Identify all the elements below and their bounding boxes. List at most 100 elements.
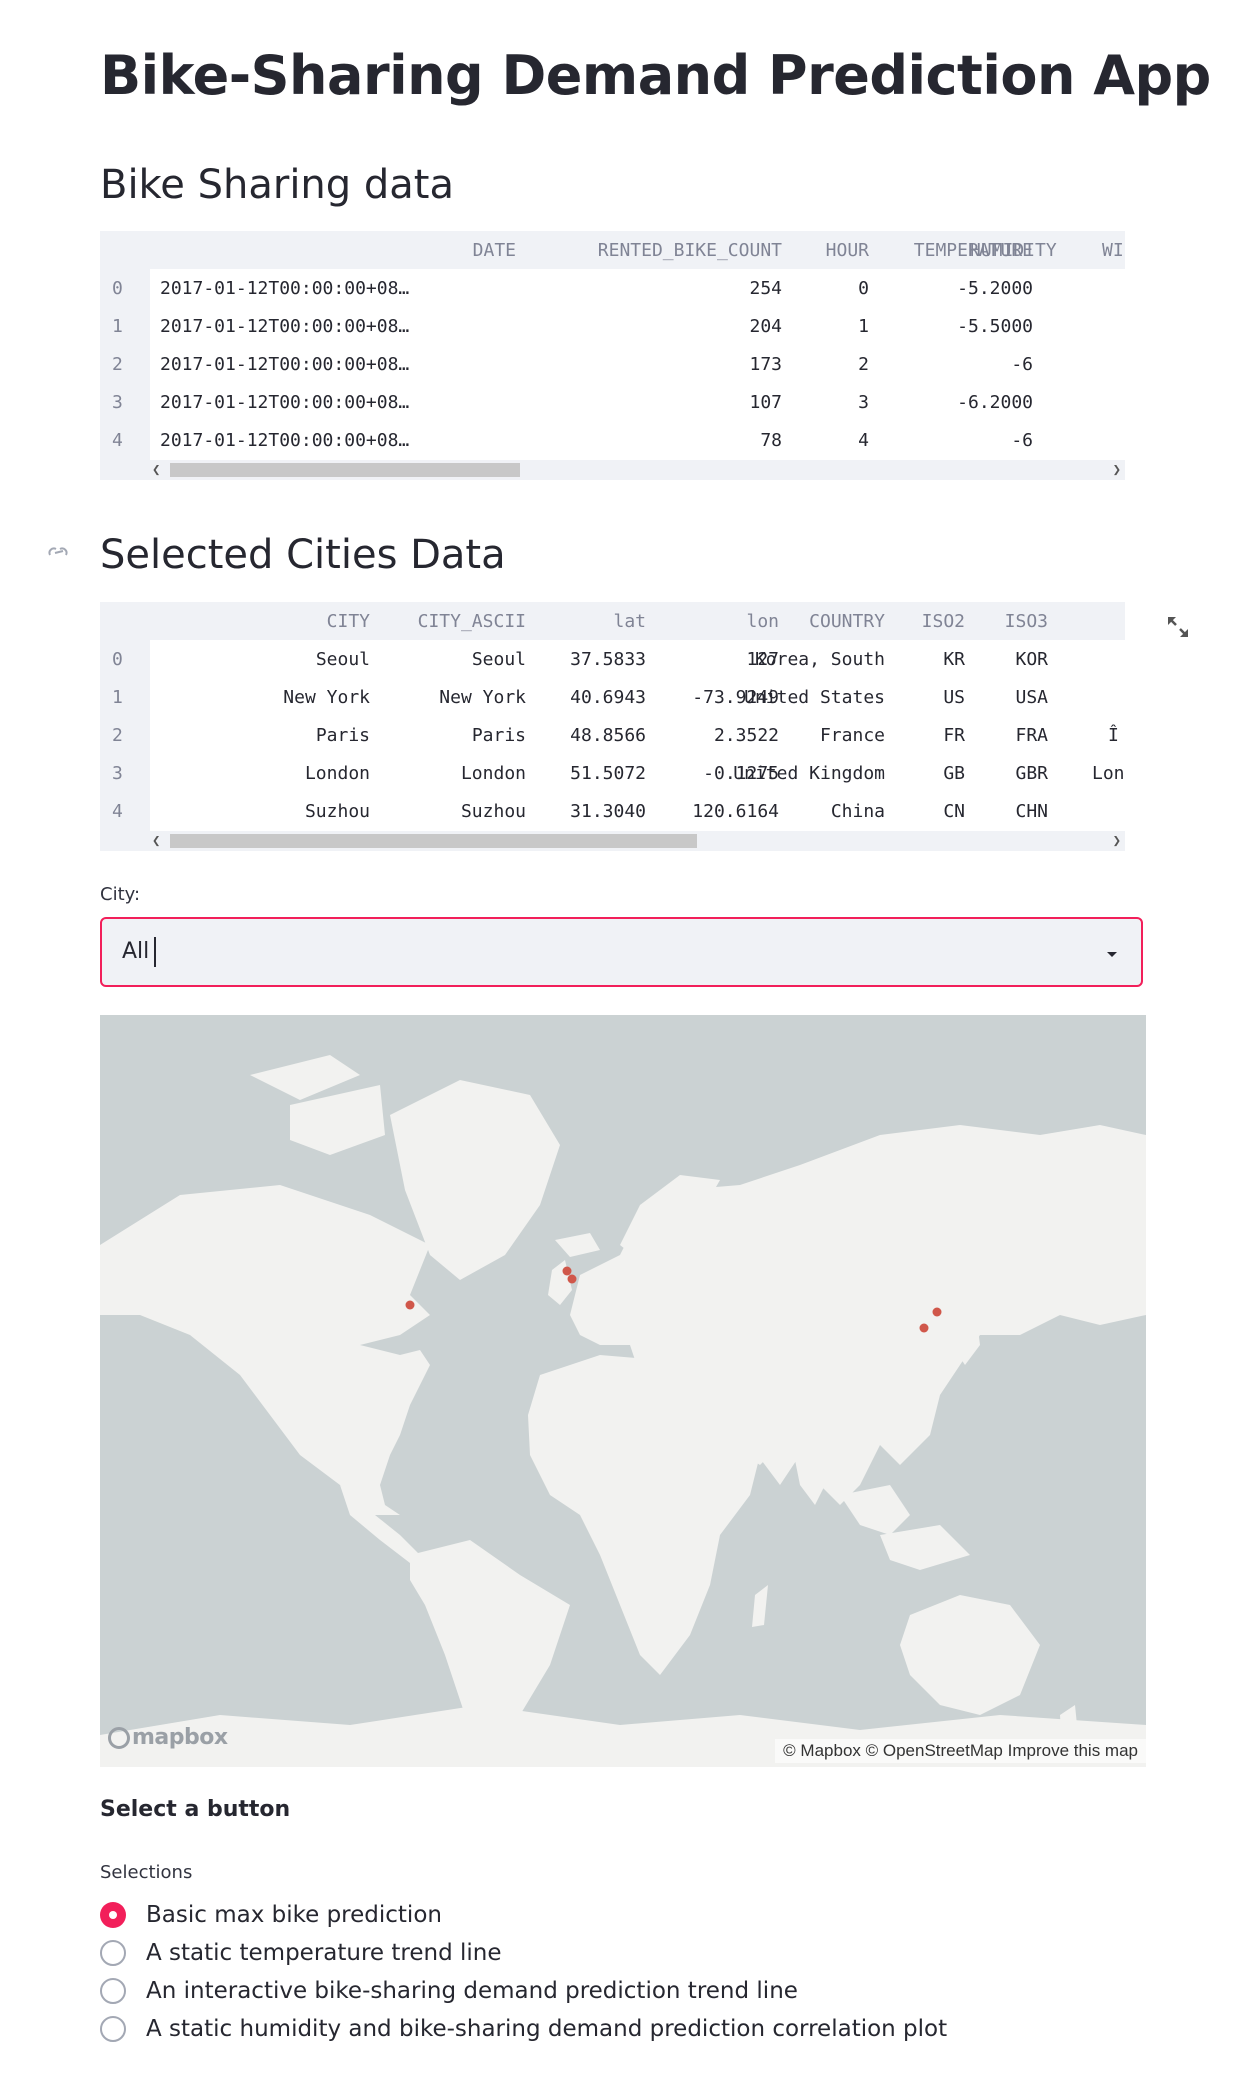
column-header-country[interactable]: COUNTRY: [809, 611, 885, 632]
marker-new-york[interactable]: [405, 1300, 415, 1310]
table-cell: USA: [1015, 687, 1048, 708]
chevron-down-icon[interactable]: [1105, 945, 1119, 964]
table-cell: 3: [858, 392, 869, 413]
table-cell: 0: [858, 278, 869, 299]
table-cell: 2017-01-12T00:00:00+08…: [160, 316, 410, 337]
cities-data-heading: Selected Cities Data: [100, 532, 506, 578]
radio-option-temperature-trend[interactable]: A static temperature trend line: [100, 1936, 502, 1970]
radio-option-humidity-correlation[interactable]: A static humidity and bike-sharing deman…: [100, 2012, 947, 2046]
table-cell: CHN: [1015, 801, 1048, 822]
table-cell: 78: [760, 430, 782, 451]
table-cell: 37.5833: [570, 649, 646, 670]
table-cell: KR: [943, 649, 965, 670]
map-attribution[interactable]: © Mapbox © OpenStreetMap Improve this ma…: [775, 1739, 1146, 1763]
table-cell: 2017-01-12T00:00:00+08…: [160, 278, 410, 299]
column-header-iso2[interactable]: ISO2: [922, 611, 965, 632]
row-index: 1: [112, 316, 123, 337]
column-header-city[interactable]: CITY: [327, 611, 370, 632]
table-cell: 254: [749, 278, 782, 299]
radio-button-selected[interactable]: [100, 1902, 126, 1928]
column-header-iso3[interactable]: ISO3: [1005, 611, 1048, 632]
table-cell: China: [830, 801, 885, 822]
table-cell: London: [304, 763, 370, 784]
table-cell: Paris: [315, 725, 370, 746]
column-header-city-ascii[interactable]: CITY_ASCII: [418, 611, 526, 632]
table-cell: 107: [749, 392, 782, 413]
radio-label: A static temperature trend line: [146, 1940, 502, 1966]
radio-option-basic-max[interactable]: Basic max bike prediction: [100, 1898, 442, 1932]
table-cell: Korea, South: [754, 649, 885, 670]
scroll-right-icon[interactable]: ❯: [1113, 460, 1121, 480]
page-title: Bike-Sharing Demand Prediction App: [100, 44, 1211, 107]
table-cell: 204: [749, 316, 782, 337]
radio-label: Basic max bike prediction: [146, 1902, 442, 1928]
table-cell: 2017-01-12T00:00:00+08…: [160, 430, 410, 451]
column-header-wind[interactable]: WI: [1102, 240, 1124, 261]
table-cell: 48.8566: [570, 725, 646, 746]
column-header-date[interactable]: DATE: [473, 240, 516, 261]
radio-button[interactable]: [100, 2016, 126, 2042]
radio-button[interactable]: [100, 1940, 126, 1966]
horizontal-scrollbar[interactable]: ❮ ❯: [100, 460, 1125, 480]
scrollbar-thumb[interactable]: [170, 463, 520, 477]
table-cell: 31.3040: [570, 801, 646, 822]
marker-paris[interactable]: [567, 1274, 577, 1284]
table-cell: New York: [439, 687, 526, 708]
column-header-hour[interactable]: HOUR: [826, 240, 869, 261]
marker-suzhou[interactable]: [919, 1323, 929, 1333]
scroll-left-icon[interactable]: ❮: [152, 831, 160, 851]
table-cell: FRA: [1015, 725, 1048, 746]
radio-option-interactive-trend[interactable]: An interactive bike-sharing demand predi…: [100, 1974, 798, 2008]
row-index: 3: [112, 392, 123, 413]
column-header-humidity[interactable]: HUMIDITY: [970, 240, 1057, 261]
link-icon[interactable]: [46, 543, 72, 561]
expand-icon[interactable]: [1165, 614, 1191, 640]
table-cell: US: [943, 687, 965, 708]
row-index: 2: [112, 725, 123, 746]
row-index: 0: [112, 649, 123, 670]
table-cell: GBR: [1015, 763, 1048, 784]
horizontal-scrollbar[interactable]: ❮ ❯: [100, 831, 1125, 851]
radio-group-label: Selections: [100, 1862, 193, 1883]
world-map-svg[interactable]: [100, 1015, 1146, 1767]
table-cell: 40.6943: [570, 687, 646, 708]
table-cell: Suzhou: [460, 801, 526, 822]
mapbox-logo[interactable]: mapbox: [108, 1725, 228, 1750]
table-cell: 2017-01-12T00:00:00+08…: [160, 354, 410, 375]
table-cell: New York: [283, 687, 370, 708]
table-cell: Seoul: [315, 649, 370, 670]
table-cell: 1: [858, 316, 869, 337]
table-cell: 2.3522: [713, 725, 779, 746]
radio-label: A static humidity and bike-sharing deman…: [146, 2016, 948, 2042]
marker-london[interactable]: [562, 1266, 572, 1276]
scrollbar-thumb[interactable]: [170, 834, 697, 848]
table-cell: -5.2000: [957, 278, 1033, 299]
table-cell: GB: [943, 763, 965, 784]
table-cell: Î: [1108, 725, 1119, 746]
table-cell: -6: [1011, 354, 1033, 375]
table-cell: -5.5000: [957, 316, 1033, 337]
scroll-right-icon[interactable]: ❯: [1113, 831, 1121, 851]
table-cell: 120.6164: [692, 801, 779, 822]
text-caret: [154, 937, 156, 967]
row-index: 4: [112, 801, 123, 822]
radio-button[interactable]: [100, 1978, 126, 2004]
table-cell: 51.5072: [570, 763, 646, 784]
marker-seoul[interactable]: [932, 1307, 942, 1317]
city-select[interactable]: All: [100, 917, 1143, 987]
bike-data-table[interactable]: DATE RENTED_BIKE_COUNT HOUR TEMPERATURE …: [100, 231, 1125, 480]
city-select-label: City:: [100, 884, 141, 905]
cities-data-table[interactable]: CITY CITY_ASCII lat lon COUNTRY ISO2 ISO…: [100, 602, 1125, 851]
table-cell: London: [460, 763, 526, 784]
scroll-left-icon[interactable]: ❮: [152, 460, 160, 480]
city-map[interactable]: mapbox © Mapbox © OpenStreetMap Improve …: [100, 1015, 1146, 1767]
column-header-count[interactable]: RENTED_BIKE_COUNT: [598, 240, 782, 261]
bike-data-heading: Bike Sharing data: [100, 162, 454, 208]
table-cell: -6.2000: [957, 392, 1033, 413]
column-header-lon[interactable]: lon: [746, 611, 779, 632]
table-cell: 2017-01-12T00:00:00+08…: [160, 392, 410, 413]
row-index: 3: [112, 763, 123, 784]
table-cell: KOR: [1015, 649, 1048, 670]
row-index: 4: [112, 430, 123, 451]
column-header-lat[interactable]: lat: [613, 611, 646, 632]
